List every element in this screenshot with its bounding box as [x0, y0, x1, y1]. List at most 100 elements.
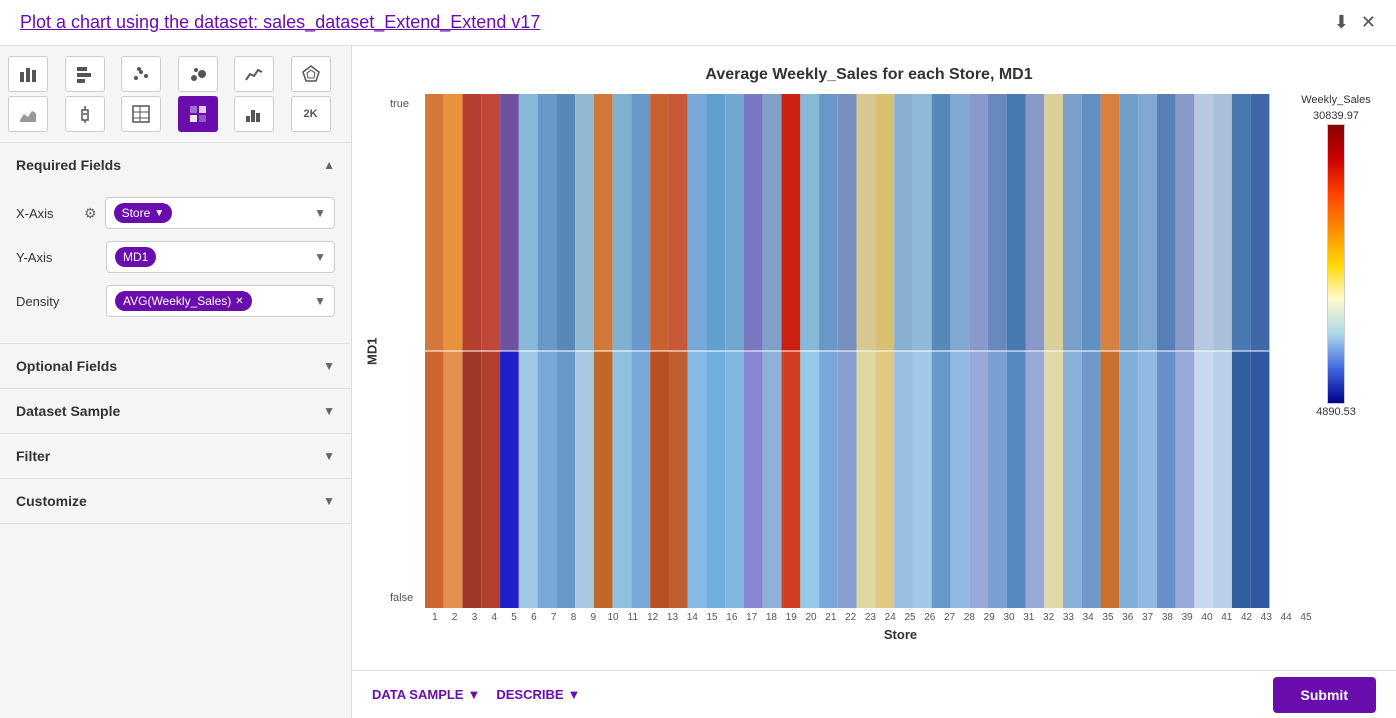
chart-icon-scatter[interactable] — [121, 56, 161, 92]
chart-icon-line[interactable] — [234, 56, 274, 92]
required-fields-header[interactable]: Required Fields ▲ — [0, 143, 351, 187]
bottom-left-actions: DATA SAMPLE ▼ DESCRIBE ▼ — [372, 687, 580, 702]
chart-icon-bar-horizontal[interactable] — [65, 56, 105, 92]
chart-type-icons: 2K — [0, 46, 351, 143]
x-tick: 25 — [900, 612, 920, 623]
data-sample-button[interactable]: DATA SAMPLE ▼ — [372, 687, 480, 702]
customize-chevron: ▼ — [323, 494, 335, 508]
chart-icon-table[interactable] — [121, 96, 161, 132]
heatmap-wrapper: MD1 true false — [362, 94, 1376, 608]
x-tick: 17 — [742, 612, 762, 623]
yaxis-tag[interactable]: MD1 — [115, 247, 156, 267]
chart-icon-area[interactable] — [8, 96, 48, 132]
x-tick: 22 — [841, 612, 861, 623]
x-tick: 18 — [762, 612, 782, 623]
bottom-bar: DATA SAMPLE ▼ DESCRIBE ▼ Submit — [352, 670, 1396, 718]
y-tick-bottom: false — [390, 592, 425, 604]
dataset-sample-section: Dataset Sample ▼ — [0, 389, 351, 434]
chart-icon-2k[interactable]: 2K — [291, 96, 331, 132]
density-control[interactable]: AVG(Weekly_Sales) ✕ ▼ — [106, 285, 335, 317]
density-label: Density — [16, 294, 76, 309]
density-value: AVG(Weekly_Sales) — [123, 294, 231, 308]
heatmap-svg — [425, 94, 1286, 608]
y-axis-ticks: true false — [390, 94, 425, 608]
yaxis-control[interactable]: MD1 ▼ — [106, 241, 335, 273]
x-tick: 45 — [1296, 612, 1316, 623]
x-tick: 36 — [1118, 612, 1138, 623]
x-tick: 38 — [1157, 612, 1177, 623]
optional-fields-header[interactable]: Optional Fields ▼ — [0, 344, 351, 388]
chart-icon-bubble[interactable] — [178, 56, 218, 92]
x-tick: 26 — [920, 612, 940, 623]
describe-button[interactable]: DESCRIBE ▼ — [496, 687, 580, 702]
xaxis-dropdown-arrow[interactable]: ▼ — [314, 206, 326, 220]
dataset-link[interactable]: sales_dataset_Extend_Extend v17 — [263, 12, 540, 32]
x-tick: 10 — [603, 612, 623, 623]
xaxis-gear-icon[interactable]: ⚙ — [84, 205, 97, 222]
data-sample-label: DATA SAMPLE — [372, 687, 463, 702]
yaxis-field-row: Y-Axis MD1 ▼ — [16, 241, 335, 273]
density-field-row: Density AVG(Weekly_Sales) ✕ ▼ — [16, 285, 335, 317]
legend-max: 30839.97 — [1313, 110, 1359, 122]
xaxis-tag-arrow: ▼ — [154, 208, 164, 219]
x-tick: 4 — [484, 612, 504, 623]
customize-label: Customize — [16, 493, 87, 509]
customize-section: Customize ▼ — [0, 479, 351, 524]
x-tick: 37 — [1138, 612, 1158, 623]
optional-fields-chevron: ▼ — [323, 359, 335, 373]
yaxis-value: MD1 — [123, 250, 148, 264]
x-tick: 39 — [1177, 612, 1197, 623]
title-bar: Plot a chart using the dataset: sales_da… — [0, 0, 1396, 46]
filter-header[interactable]: Filter ▼ — [0, 434, 351, 478]
y-axis-label: MD1 — [362, 94, 382, 608]
legend-title: Weekly_Sales — [1301, 94, 1371, 106]
x-tick: 12 — [643, 612, 663, 623]
legend-min: 4890.53 — [1316, 406, 1356, 418]
x-tick: 13 — [663, 612, 683, 623]
x-tick: 28 — [960, 612, 980, 623]
legend-bar — [1327, 124, 1345, 404]
x-tick: 20 — [801, 612, 821, 623]
x-tick: 23 — [861, 612, 881, 623]
yaxis-label: Y-Axis — [16, 250, 76, 265]
optional-fields-label: Optional Fields — [16, 358, 117, 374]
x-tick: 6 — [524, 612, 544, 623]
title-prefix: Plot a chart using the dataset: — [20, 12, 263, 32]
heatmap-svg-container — [425, 94, 1286, 608]
y-tick-top: true — [390, 98, 425, 110]
required-fields-content: X-Axis ⚙ Store ▼ ▼ Y-Axis M — [0, 187, 351, 343]
density-tag[interactable]: AVG(Weekly_Sales) ✕ — [115, 291, 252, 311]
chart-container: Average Weekly_Sales for each Store, MD1… — [352, 46, 1396, 670]
filter-section: Filter ▼ — [0, 434, 351, 479]
close-button[interactable]: ✕ — [1361, 12, 1376, 33]
download-button[interactable]: ⬇ — [1334, 12, 1349, 33]
submit-button[interactable]: Submit — [1273, 677, 1376, 713]
x-tick: 32 — [1039, 612, 1059, 623]
density-dropdown-arrow[interactable]: ▼ — [314, 294, 326, 308]
describe-arrow: ▼ — [568, 687, 581, 702]
x-tick: 8 — [564, 612, 584, 623]
chart-icon-radar[interactable] — [291, 56, 331, 92]
2k-label: 2K — [303, 108, 317, 120]
x-tick: 44 — [1276, 612, 1296, 623]
density-tag-arrow: ✕ — [235, 296, 243, 307]
dataset-sample-label: Dataset Sample — [16, 403, 120, 419]
chart-icon-bar-vertical[interactable] — [8, 56, 48, 92]
yaxis-dropdown-arrow[interactable]: ▼ — [314, 250, 326, 264]
xaxis-control[interactable]: Store ▼ ▼ — [105, 197, 335, 229]
x-tick: 16 — [722, 612, 742, 623]
dataset-sample-header[interactable]: Dataset Sample ▼ — [0, 389, 351, 433]
chart-area: Average Weekly_Sales for each Store, MD1… — [352, 46, 1396, 718]
customize-header[interactable]: Customize ▼ — [0, 479, 351, 523]
x-tick: 29 — [979, 612, 999, 623]
chart-icon-histogram[interactable] — [234, 96, 274, 132]
x-tick: 27 — [940, 612, 960, 623]
title-actions: ⬇ ✕ — [1334, 12, 1376, 33]
chart-icon-heatmap[interactable] — [178, 96, 218, 132]
chart-icon-box[interactable] — [65, 96, 105, 132]
xaxis-value: Store — [122, 206, 151, 220]
x-tick: 33 — [1059, 612, 1079, 623]
required-fields-section: Required Fields ▲ X-Axis ⚙ Store ▼ ▼ — [0, 143, 351, 344]
xaxis-tag[interactable]: Store ▼ — [114, 203, 173, 223]
filter-label: Filter — [16, 448, 50, 464]
